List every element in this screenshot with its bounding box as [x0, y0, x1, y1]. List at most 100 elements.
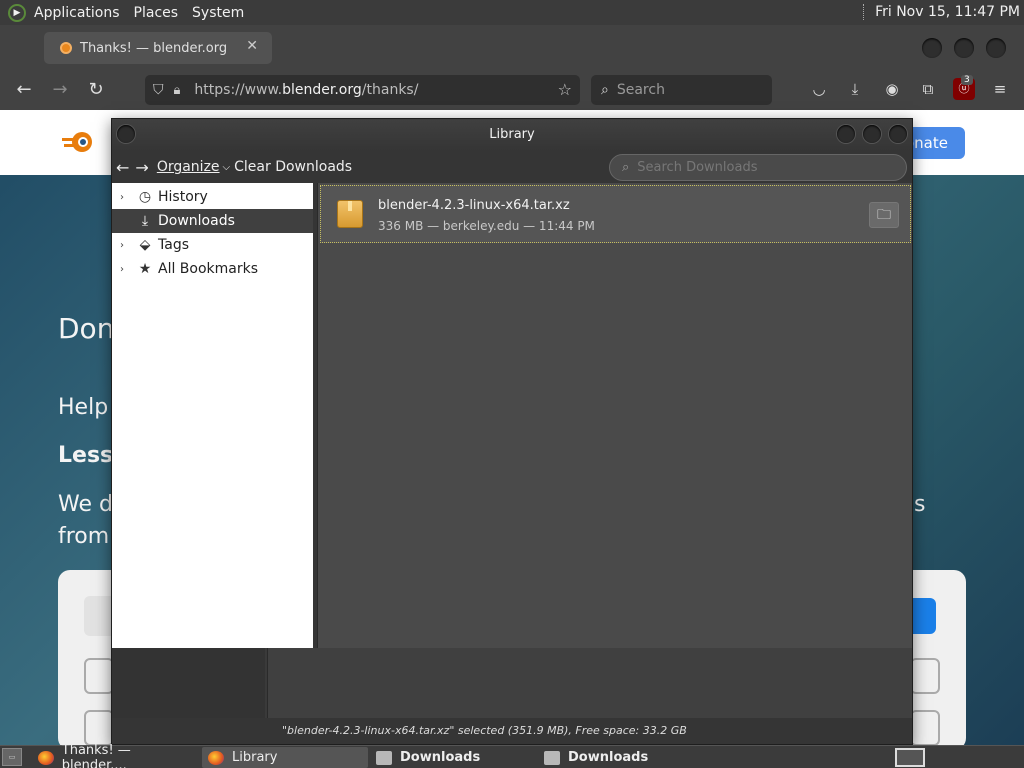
taskbar-item-downloads-2[interactable]: Downloads: [538, 747, 704, 768]
sidebar-item-label: Tags: [158, 237, 189, 253]
taskbar-item-firefox[interactable]: Thanks! — blender....: [32, 743, 198, 768]
download-filename: blender-4.2.3-linux-x64.tar.xz: [378, 198, 570, 213]
maximize-button[interactable]: [863, 125, 881, 143]
card-blue-button[interactable]: [912, 598, 936, 634]
clock-text: Fri Nov 15, 11:47 PM: [875, 4, 1020, 20]
reload-icon[interactable]: ↻: [84, 78, 108, 102]
lock-icon[interactable]: 🔒︎: [174, 83, 181, 98]
amount-option[interactable]: [84, 658, 114, 694]
taskbar-label: Downloads: [400, 750, 481, 765]
forward-arrow-icon[interactable]: →: [48, 78, 72, 102]
workspace-switcher[interactable]: [895, 748, 925, 767]
close-button[interactable]: [889, 125, 907, 143]
search-icon: ⌕: [622, 160, 630, 175]
menu-system[interactable]: System: [192, 5, 244, 21]
minimize-button[interactable]: [837, 125, 855, 143]
library-titlebar[interactable]: Library: [112, 119, 912, 151]
tab-bar: Thanks! — blender.org ✕: [0, 25, 1024, 70]
download-meta: 336 MB — berkeley.edu — 11:44 PM: [378, 219, 595, 233]
download-item[interactable]: blender-4.2.3-linux-x64.tar.xz 336 MB — …: [320, 185, 911, 243]
search-downloads-input[interactable]: ⌕ Search Downloads: [609, 154, 907, 181]
menu-places[interactable]: Places: [134, 5, 179, 21]
chevron-right-icon[interactable]: ›: [120, 240, 134, 251]
sidebar-item-history[interactable]: › ◷ History: [112, 185, 313, 209]
extensions-icon[interactable]: ⧉: [917, 78, 939, 100]
star-icon: ★: [138, 261, 152, 277]
firefox-icon: [38, 750, 54, 765]
search-placeholder: Search Downloads: [637, 160, 758, 175]
taskbar-label: Downloads: [568, 750, 649, 765]
url-text: https://www.blender.org/thanks/: [194, 82, 419, 98]
archive-file-icon: [337, 200, 363, 228]
pocket-icon[interactable]: ◡: [808, 78, 830, 100]
account-icon[interactable]: ◉: [881, 78, 903, 100]
sidebar-item-label: All Bookmarks: [158, 261, 259, 277]
ublock-badge: 3: [961, 75, 973, 85]
library-title: Library: [489, 127, 535, 142]
folder-icon: [544, 750, 560, 765]
clock[interactable]: Fri Nov 15, 11:47 PM: [863, 4, 1020, 20]
amount-option[interactable]: [84, 710, 114, 746]
tab-blender-thanks[interactable]: Thanks! — blender.org ✕: [44, 32, 272, 64]
folder-icon: [376, 750, 392, 765]
chevron-down-icon[interactable]: ⌵: [223, 162, 231, 173]
show-desktop-icon[interactable]: ▭: [2, 748, 22, 766]
page-heading: Don: [58, 312, 115, 345]
clock-icon: ◷: [138, 189, 152, 205]
url-bar[interactable]: ⛉ 🔒︎ https://www.blender.org/thanks/ ☆: [145, 75, 580, 105]
taskbar-item-library[interactable]: Library: [202, 747, 368, 768]
sidebar-item-tags[interactable]: › ⬙ Tags: [112, 233, 313, 257]
amount-option[interactable]: [910, 710, 940, 746]
open-folder-button[interactable]: 🗀︎: [869, 202, 899, 228]
taskbar-item-downloads-1[interactable]: Downloads: [370, 747, 536, 768]
hamburger-menu-icon[interactable]: ≡: [989, 78, 1011, 100]
sidebar-item-label: Downloads: [158, 213, 235, 229]
search-placeholder: Search: [616, 82, 665, 98]
blender-favicon-icon: [60, 42, 72, 54]
page-text-help: Help: [58, 395, 109, 420]
library-lower-area: [112, 648, 912, 718]
blender-logo-icon[interactable]: [62, 128, 96, 156]
library-toolbar: ← → Organize ⌵ Clear Downloads ⌕ Search …: [112, 151, 912, 183]
page-text-s: s: [914, 492, 926, 517]
sidebar-item-all-bookmarks[interactable]: › ★ All Bookmarks: [112, 257, 313, 281]
close-window-button[interactable]: [986, 38, 1006, 58]
tab-title: Thanks! — blender.org: [80, 40, 228, 56]
applications-logo-icon[interactable]: ▶: [8, 3, 26, 22]
bookmark-star-icon[interactable]: ☆: [558, 80, 572, 99]
tag-icon: ⬙: [139, 237, 151, 253]
tab-close-icon[interactable]: ✕: [246, 38, 258, 54]
back-arrow-icon[interactable]: ←: [12, 78, 36, 102]
taskbar: ▭ Thanks! — blender.... Library Download…: [0, 743, 1024, 768]
page-text-less: Less: [58, 443, 114, 468]
back-arrow-icon[interactable]: ←: [116, 158, 129, 177]
forward-arrow-icon[interactable]: →: [135, 158, 148, 177]
search-icon: ⌕: [601, 82, 609, 98]
page-text-we: We d: [58, 492, 113, 517]
sidebar-item-label: History: [158, 189, 208, 205]
chevron-right-icon[interactable]: ›: [120, 192, 134, 203]
taskbar-label: Thanks! — blender....: [61, 742, 131, 768]
clear-downloads-button[interactable]: Clear Downloads: [234, 159, 352, 175]
navigation-toolbar: ← → ↻ ⛉ 🔒︎ https://www.blender.org/thank…: [0, 70, 1024, 110]
download-icon: ⤓: [141, 213, 149, 229]
minimize-button[interactable]: [922, 38, 942, 58]
chevron-right-icon[interactable]: ›: [120, 264, 134, 275]
menu-applications[interactable]: Applications: [34, 5, 120, 21]
organize-button[interactable]: Organize: [157, 159, 220, 175]
window-menu-button[interactable]: [117, 125, 135, 143]
downloads-icon[interactable]: ⤓: [844, 78, 866, 100]
sidebar-item-downloads[interactable]: ⤓ Downloads: [112, 209, 313, 233]
library-window: Library ← → Organize ⌵ Clear Downloads ⌕…: [111, 118, 913, 745]
library-lower-left: [112, 648, 265, 718]
amount-option[interactable]: [910, 658, 940, 694]
top-panel: ▶ Applications Places System Fri Nov 15,…: [0, 0, 1024, 25]
library-sidebar: › ◷ History ⤓ Downloads › ⬙ Tags › ★ All…: [112, 183, 313, 648]
shield-icon[interactable]: ⛉: [153, 82, 164, 98]
search-input[interactable]: ⌕ Search: [591, 75, 772, 105]
taskbar-label: Library: [232, 750, 278, 765]
downloads-list: blender-4.2.3-linux-x64.tar.xz 336 MB — …: [317, 183, 912, 648]
status-bar: "blender-4.2.3-linux-x64.tar.xz" selecte…: [267, 718, 912, 744]
firefox-icon: [208, 750, 224, 765]
maximize-button[interactable]: [954, 38, 974, 58]
